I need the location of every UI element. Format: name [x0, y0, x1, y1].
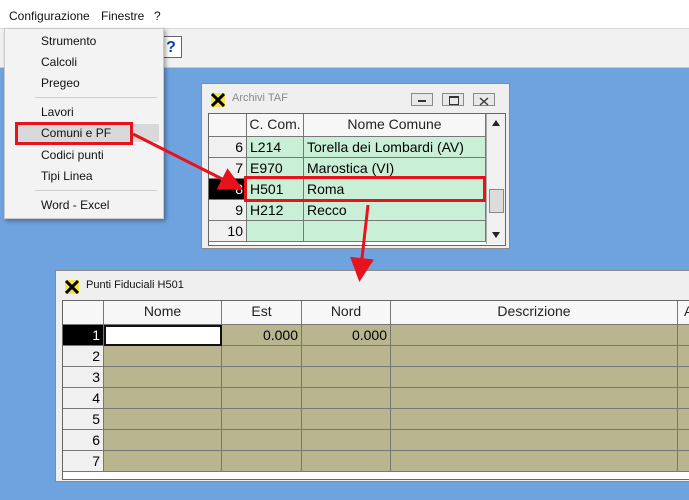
- arrow-to-grid: [350, 204, 374, 282]
- annotation-arrows: [132, 132, 374, 282]
- arrow-to-row: [132, 132, 244, 190]
